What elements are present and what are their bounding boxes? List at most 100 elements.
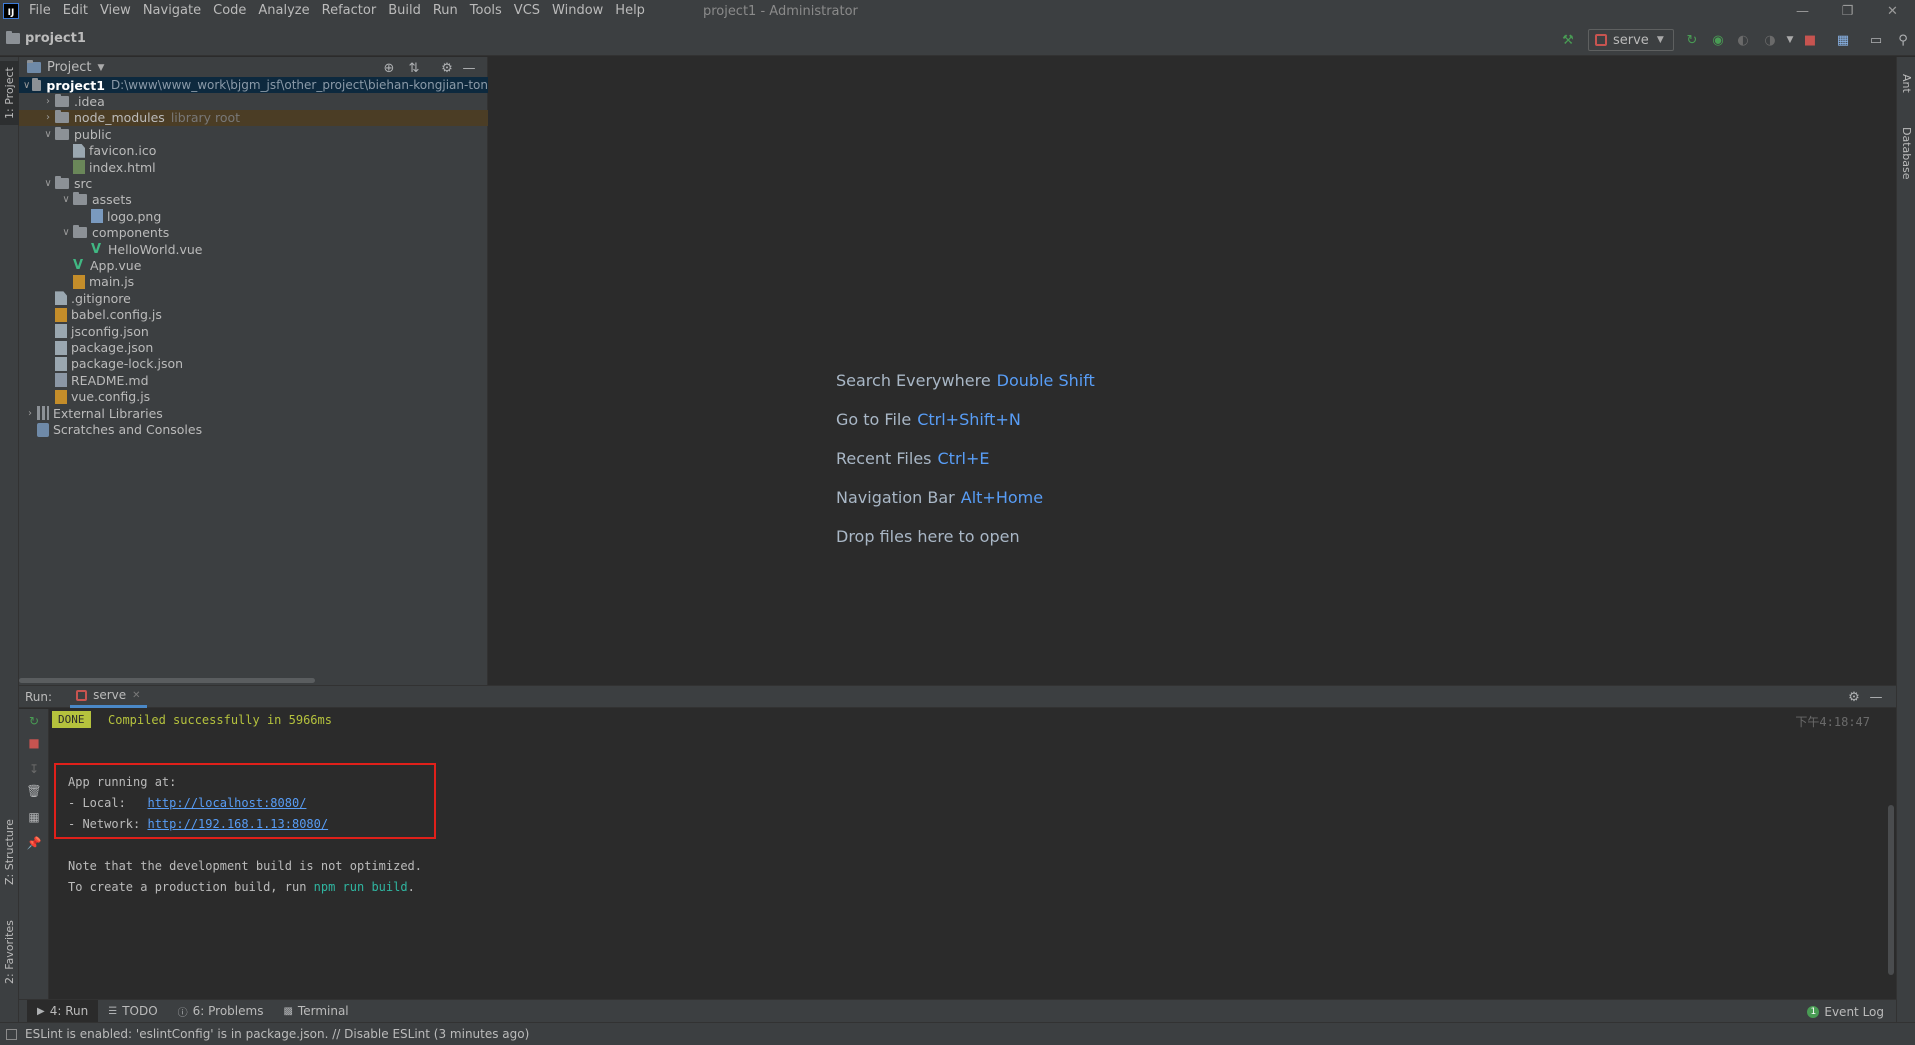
coverage-icon[interactable]: ◐ <box>1733 30 1753 50</box>
tree-item[interactable]: › External Libraries <box>19 405 488 421</box>
tree-item[interactable]: V HelloWorld.vue <box>19 241 488 257</box>
close-window-button[interactable]: ✕ <box>1870 0 1915 22</box>
chevron-down-icon[interactable]: ∨ <box>41 178 55 189</box>
restore-button[interactable]: ❐ <box>1825 0 1870 22</box>
tab-database[interactable]: Database <box>1897 117 1915 189</box>
hint-shortcut[interactable]: Alt+Home <box>961 488 1043 507</box>
scroll-to-end-icon[interactable]: ↧ <box>26 761 42 777</box>
console-vertical-scrollbar[interactable] <box>1888 805 1894 975</box>
tree-item-label: App.vue <box>90 258 142 274</box>
more-run-chevron-icon[interactable]: ▼ <box>1780 30 1800 50</box>
rerun-icon[interactable]: ↻ <box>1682 30 1702 50</box>
project-structure-icon[interactable]: ▦ <box>1833 30 1853 50</box>
hint-shortcut[interactable]: Ctrl+E <box>938 449 990 468</box>
debug-bug-icon[interactable]: ◉ <box>1708 30 1728 50</box>
stop-icon[interactable]: ■ <box>26 735 42 751</box>
tree-item[interactable]: package-lock.json <box>19 356 488 372</box>
build-hammer-icon[interactable]: ⚒ <box>1558 30 1578 50</box>
tree-item-label: package-lock.json <box>71 356 184 372</box>
breadcrumb[interactable]: project1 <box>6 31 86 46</box>
rerun-icon[interactable]: ↻ <box>26 713 42 729</box>
chevron-down-icon[interactable]: ∨ <box>59 194 73 205</box>
tree-item[interactable]: favicon.ico <box>19 143 488 159</box>
tab-ant[interactable]: Ant <box>1897 63 1915 103</box>
hint-shortcut[interactable]: Ctrl+Shift+N <box>917 410 1021 429</box>
terminal-window-icon[interactable]: ▭ <box>1866 30 1886 50</box>
tree-item[interactable]: index.html <box>19 159 488 175</box>
hide-panel-icon[interactable]: — <box>459 59 479 77</box>
menu-tools[interactable]: Tools <box>464 0 508 22</box>
tab-run[interactable]: ▶ 4: Run <box>27 999 99 1023</box>
menu-analyze[interactable]: Analyze <box>252 0 315 22</box>
menu-run[interactable]: Run <box>427 0 464 22</box>
hint-shortcut[interactable]: Double Shift <box>997 371 1095 390</box>
chevron-right-icon[interactable]: › <box>41 96 55 107</box>
menu-window[interactable]: Window <box>546 0 609 22</box>
menu-navigate[interactable]: Navigate <box>137 0 207 22</box>
toggle-tool-windows-icon[interactable] <box>6 1028 17 1040</box>
menu-code[interactable]: Code <box>207 0 252 22</box>
tree-item[interactable]: .gitignore <box>19 290 488 306</box>
profile-icon[interactable]: ◑ <box>1760 30 1780 50</box>
chevron-down-icon[interactable]: ▼ <box>97 63 104 73</box>
js-file-icon <box>73 274 85 289</box>
tree-item[interactable]: › node_modules library root <box>19 109 488 127</box>
tree-item[interactable]: vue.config.js <box>19 389 488 405</box>
tree-item[interactable]: package.json <box>19 339 488 355</box>
local-url-link[interactable]: http://localhost:8080/ <box>147 796 306 810</box>
tab-favorites[interactable]: 2: Favorites <box>0 907 19 997</box>
chevron-right-icon[interactable]: › <box>41 112 55 123</box>
menu-file[interactable]: File <box>23 0 57 22</box>
breadcrumb-project[interactable]: project1 <box>25 31 86 46</box>
tree-item[interactable]: ∨ assets <box>19 192 488 208</box>
locate-file-icon[interactable]: ⊕ <box>379 59 399 77</box>
event-log-button[interactable]: 1 Event Log <box>1807 1000 1884 1023</box>
tree-item[interactable]: › .idea <box>19 93 488 109</box>
tab-todo-label: TODO <box>122 1004 158 1018</box>
tree-item[interactable]: ∨ components <box>19 225 488 241</box>
gear-icon[interactable]: ⚙ <box>437 59 457 77</box>
tree-item[interactable]: babel.config.js <box>19 307 488 323</box>
chevron-down-icon[interactable]: ∨ <box>59 227 73 238</box>
run-config-select[interactable]: serve ▼ <box>1588 29 1674 51</box>
tree-item[interactable]: logo.png <box>19 208 488 224</box>
tab-terminal[interactable]: ▩ Terminal <box>273 1000 358 1023</box>
gear-icon[interactable]: ⚙ <box>1844 688 1864 706</box>
chevron-right-icon[interactable]: › <box>23 408 37 419</box>
menu-help[interactable]: Help <box>609 0 651 22</box>
tab-todo[interactable]: ☰ TODO <box>98 1000 167 1023</box>
collapse-all-icon[interactable]: ⇅ <box>404 59 424 77</box>
tab-serve[interactable]: serve ✕ <box>70 686 147 708</box>
network-url-link[interactable]: http://192.168.1.13:8080/ <box>147 817 328 831</box>
search-icon[interactable]: ⚲ <box>1893 30 1913 50</box>
hide-panel-icon[interactable]: — <box>1866 688 1886 706</box>
chevron-down-icon[interactable]: ∨ <box>22 80 32 91</box>
menu-refactor[interactable]: Refactor <box>316 0 383 22</box>
menu-view[interactable]: View <box>94 0 137 22</box>
tree-item[interactable]: Scratches and Consoles <box>19 421 488 437</box>
minimize-button[interactable]: — <box>1780 0 1825 22</box>
layout-icon[interactable]: ▦ <box>26 809 42 825</box>
stop-icon[interactable]: ■ <box>1800 30 1820 50</box>
project-view-label[interactable]: Project <box>47 60 91 75</box>
tree-item[interactable]: ∨ src <box>19 175 488 191</box>
tree-item[interactable]: README.md <box>19 372 488 388</box>
tab-structure[interactable]: Z: Structure <box>0 807 19 897</box>
pin-icon[interactable]: 📌 <box>26 835 42 851</box>
menu-vcs[interactable]: VCS <box>508 0 546 22</box>
console-output[interactable]: DONE Compiled successfully in 5966ms 下午4… <box>50 709 1896 1000</box>
tab-project[interactable]: 1: Project <box>0 61 19 125</box>
close-icon[interactable]: ✕ <box>132 690 140 701</box>
menu-build[interactable]: Build <box>382 0 427 22</box>
tree-item[interactable]: ∨ project1 D:\www\www_work\bjgm_jsf\other_… <box>19 77 488 94</box>
tree-item[interactable]: V App.vue <box>19 257 488 273</box>
tab-problems[interactable]: ⓘ 6: Problems <box>168 1000 274 1023</box>
tree-item-label: logo.png <box>107 208 162 224</box>
menu-edit[interactable]: Edit <box>57 0 94 22</box>
tree-item[interactable]: ∨ public <box>19 126 488 142</box>
chevron-down-icon[interactable]: ∨ <box>41 129 55 140</box>
tree-item[interactable]: main.js <box>19 274 488 290</box>
tree-horizontal-scrollbar[interactable] <box>19 678 315 683</box>
tree-item[interactable]: jsconfig.json <box>19 323 488 339</box>
trash-icon[interactable]: 🗑 <box>26 783 42 799</box>
